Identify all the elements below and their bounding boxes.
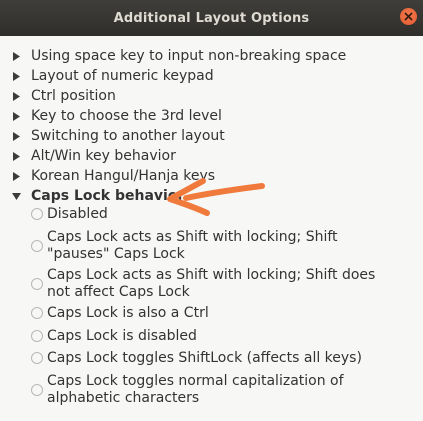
tree-group-label: Switching to another layout [31, 128, 225, 144]
radio-button[interactable] [31, 208, 43, 220]
triangle-right-icon[interactable] [13, 152, 20, 161]
radio-button[interactable] [31, 240, 43, 252]
close-icon [404, 12, 413, 21]
option-label: Caps Lock toggles normal capitalization … [47, 373, 344, 406]
triangle-right-icon[interactable] [13, 52, 20, 61]
tree-group-label: Caps Lock behavior [31, 188, 185, 204]
triangle-right-icon[interactable] [13, 132, 20, 141]
triangle-right-icon[interactable] [13, 72, 20, 81]
triangle-down-icon[interactable] [12, 193, 21, 200]
triangle-right-icon[interactable] [13, 172, 20, 181]
option-label: Caps Lock acts as Shift with locking; Sh… [47, 229, 338, 262]
title-bar[interactable]: Additional Layout Options [0, 0, 423, 36]
radio-button[interactable] [31, 307, 43, 319]
tree-group-label: Korean Hangul/Hanja keys [31, 168, 216, 184]
close-button[interactable] [400, 8, 417, 25]
triangle-right-icon[interactable] [13, 112, 20, 121]
options-tree: Using space key to input non-breaking sp… [0, 36, 423, 421]
window-title: Additional Layout Options [113, 10, 310, 26]
radio-button[interactable] [31, 278, 43, 290]
tree-group-label: Ctrl position [31, 88, 116, 104]
radio-button[interactable] [31, 352, 43, 364]
tree-group-label: Alt/Win key behavior [31, 148, 176, 164]
radio-button[interactable] [31, 330, 43, 342]
dialog-window: Additional Layout Options Using space ke… [0, 0, 423, 421]
option-label: Caps Lock acts as Shift with locking; Sh… [47, 267, 376, 300]
tree-group-label: Using space key to input non-breaking sp… [31, 48, 347, 64]
radio-button[interactable] [31, 384, 43, 396]
option-label: Caps Lock is disabled [47, 328, 197, 344]
option-label: Caps Lock toggles ShiftLock (affects all… [47, 350, 362, 366]
option-label: Disabled [47, 206, 108, 222]
tree-group-label: Layout of numeric keypad [31, 68, 214, 84]
tree-group-label: Key to choose the 3rd level [31, 108, 222, 124]
triangle-right-icon[interactable] [13, 92, 20, 101]
option-label: Caps Lock is also a Ctrl [47, 305, 209, 321]
